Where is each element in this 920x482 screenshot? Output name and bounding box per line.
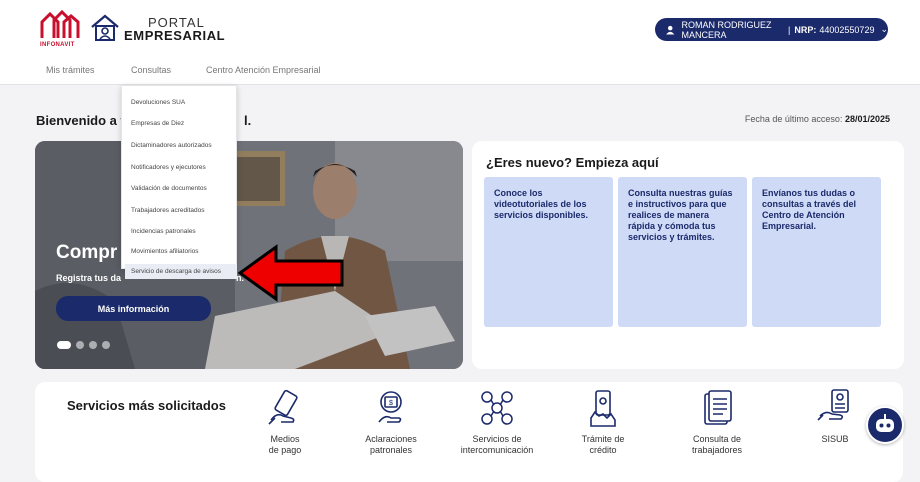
hero-title: Compr	[56, 242, 118, 263]
carousel-dots	[57, 341, 110, 349]
carousel-dot-1[interactable]	[57, 341, 71, 349]
payment-card-hand-icon	[268, 389, 298, 425]
main-nav: Mis trámites Consultas Centro Atención E…	[0, 58, 920, 85]
nrp-label: NRP:	[794, 24, 817, 35]
service-label-line2: de pago	[268, 445, 302, 455]
consultas-dropdown: Devoluciones SUA Empresas de Diez Dictam…	[121, 85, 237, 279]
service-label-line1: Medios	[270, 434, 300, 444]
hero-subtitle: Registra tus da	[56, 273, 122, 283]
service-label-line2: trabajadores	[691, 445, 743, 455]
welcome-heading: Bienvenido a t	[36, 113, 125, 128]
more-info-button[interactable]: Más información	[56, 296, 211, 321]
menu-item-movimientos-afiliatorios[interactable]: Movimientos afiliatorios	[131, 248, 199, 255]
menu-item-validacion-documentos[interactable]: Validación de documentos	[131, 185, 207, 192]
document-list-icon	[704, 390, 732, 425]
robot-chat-icon	[876, 414, 894, 432]
id-hand-icon	[817, 389, 849, 421]
carousel-dot-4[interactable]	[102, 341, 110, 349]
menu-item-empresas-de-diez[interactable]: Empresas de Diez	[131, 120, 184, 127]
new-user-title: ¿Eres nuevo? Empieza aquí	[486, 155, 659, 170]
service-label-line1: Servicios de	[472, 434, 522, 444]
nrp-value: 44002550729	[819, 24, 875, 35]
last-access-date: 28/01/2025	[844, 114, 890, 124]
svg-text:$: $	[389, 400, 393, 407]
service-label-line2: patronales	[369, 445, 413, 455]
nav-consultas[interactable]: Consultas	[131, 65, 171, 75]
service-tramite-credito[interactable]: Trámite de crédito	[558, 388, 648, 456]
portal-title-big: EMPRESARIAL	[124, 28, 226, 43]
user-menu-button[interactable]: ROMAN RODRIGUEZ MANCERA | NRP: 440025507…	[655, 18, 888, 41]
services-title: Servicios más solicitados	[67, 398, 226, 413]
infonavit-wordmark: INFONAVIT	[40, 42, 75, 48]
portal-title: PORTAL EMPRESARIAL	[124, 16, 225, 42]
tip-contact[interactable]: Envíanos tus dudas o consultas a través …	[752, 177, 881, 327]
menu-item-incidencias-patronales[interactable]: Incidencias patronales	[131, 228, 196, 235]
chevron-down-icon: ⌄	[880, 24, 888, 34]
nav-mis-tramites[interactable]: Mis trámites	[46, 65, 95, 75]
tip-guides[interactable]: Consulta nuestras guías e instructivos p…	[618, 177, 747, 327]
menu-item-trabajadores-acreditados[interactable]: Trabajadores acreditados	[131, 207, 204, 214]
menu-item-notificadores[interactable]: Notificadores y ejecutores	[131, 164, 206, 171]
menu-item-devoluciones-sua[interactable]: Devoluciones SUA	[131, 99, 185, 106]
service-label-line1: Consulta de	[692, 434, 742, 444]
service-label-line2: crédito	[589, 445, 617, 455]
tip-videotutorials[interactable]: Conoce los videotutoriales de los servic…	[484, 177, 613, 327]
last-access: Fecha de último acceso: 28/01/2025	[745, 114, 890, 124]
tip-text: Conoce los videotutoriales de los servic…	[494, 188, 589, 220]
menu-item-dictaminadores[interactable]: Dictaminadores autorizados	[131, 142, 212, 149]
user-icon	[666, 25, 675, 34]
infonavit-house-icon	[40, 9, 80, 38]
phone-hand-icon	[590, 390, 616, 427]
service-label-line1: SISUB	[821, 434, 849, 444]
service-label-line2: intercomunicación	[460, 445, 534, 455]
tip-text: Consulta nuestras guías e instructivos p…	[628, 188, 733, 242]
service-consulta-trabajadores[interactable]: Consulta de trabajadores	[672, 388, 762, 456]
portal-house-icon	[89, 13, 121, 43]
user-name: ROMAN RODRIGUEZ MANCERA	[681, 19, 772, 40]
service-aclaraciones[interactable]: $ Aclaraciones patronales	[346, 388, 436, 456]
carousel-dot-2[interactable]	[76, 341, 84, 349]
carousel-dot-3[interactable]	[89, 341, 97, 349]
money-hand-icon: $	[378, 391, 402, 423]
service-label-line1: Trámite de	[581, 434, 625, 444]
infonavit-logo[interactable]: INFONAVIT	[40, 9, 80, 48]
last-access-label: Fecha de último acceso:	[744, 114, 843, 124]
tip-text: Envíanos tus dudas o consultas a través …	[762, 188, 857, 231]
nav-centro-atencion[interactable]: Centro Atención Empresarial	[206, 65, 321, 75]
welcome-heading-end: l.	[244, 113, 252, 128]
network-people-icon	[481, 391, 513, 425]
service-intercomunicacion[interactable]: Servicios de intercomunicación	[452, 388, 542, 456]
chatbot-button[interactable]	[866, 406, 904, 444]
red-arrow-annotation	[238, 244, 344, 302]
service-sisub[interactable]: SISUB	[790, 388, 880, 445]
service-medios-de-pago[interactable]: Medios de pago	[240, 388, 330, 456]
top-header: INFONAVIT PORTAL EMPRESARIAL ROMAN RODRI…	[0, 0, 920, 59]
service-label-line1: Aclaraciones	[365, 434, 417, 444]
menu-item-descarga-avisos[interactable]: Servicio de descarga de avisos	[125, 264, 237, 279]
